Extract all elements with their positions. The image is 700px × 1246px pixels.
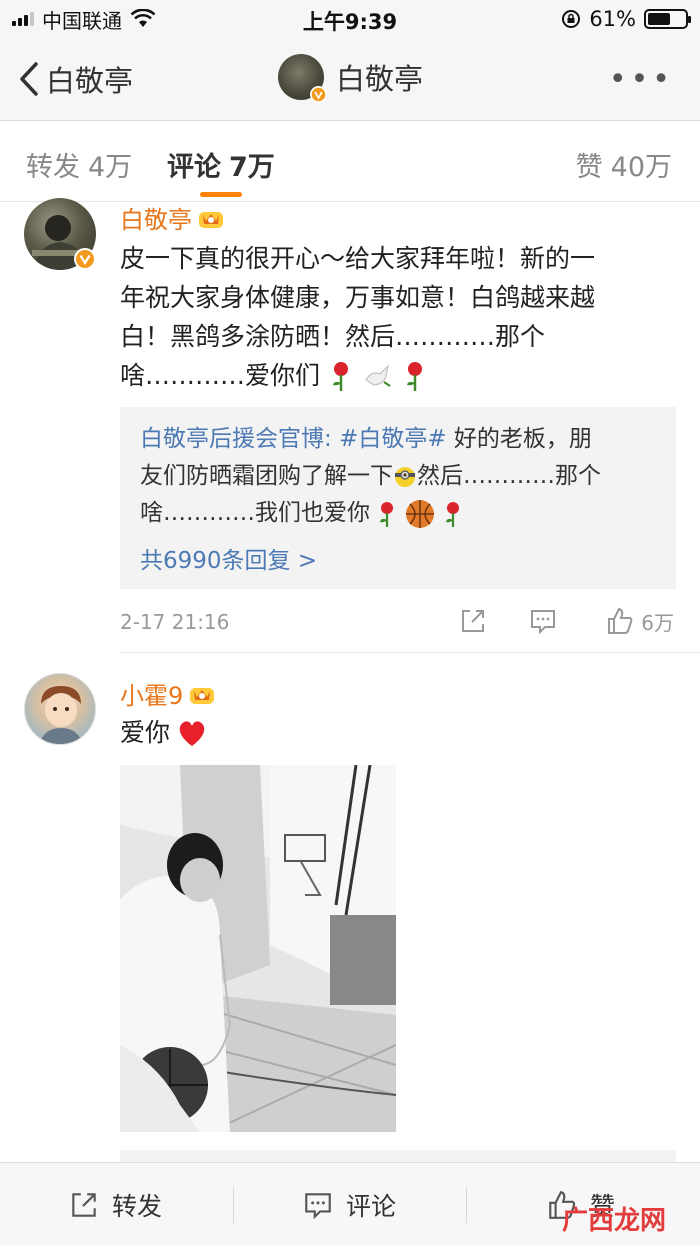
battery-icon xyxy=(644,9,691,29)
share-icon xyxy=(72,1193,96,1217)
verified-badge-icon xyxy=(310,86,327,103)
reply-text-line: 然后…………那个 xyxy=(417,463,601,489)
basketball-court-image xyxy=(120,765,396,1132)
watermark-text: 广西龙网 xyxy=(561,1206,666,1236)
minion-emoji-icon xyxy=(395,466,415,487)
comment-time: 2-17 21:16 xyxy=(120,610,230,634)
avatar[interactable] xyxy=(278,54,327,103)
active-tab-indicator xyxy=(200,192,242,197)
rose-icon xyxy=(333,361,349,391)
repost-button[interactable]: 转发 xyxy=(68,1187,162,1223)
more-replies-link[interactable]: 共6990条回复 > xyxy=(140,541,317,575)
comment-username[interactable]: 白敬亭 xyxy=(120,200,224,235)
rose-icon xyxy=(446,501,459,527)
reply-box[interactable]: 白敬亭后援会官博: #白敬亭# 好的老板，朋 友们防晒霜团购了解一下 然后………… xyxy=(120,407,676,589)
reply-text-line: 啥…………我们也爱你 xyxy=(140,500,370,526)
comment-text-line: 年祝大家身体健康，万事如意！白鸽越来越 xyxy=(120,283,596,312)
dove-icon xyxy=(365,363,391,387)
tab-like-label: 赞 xyxy=(575,152,603,183)
like-button[interactable]: 6万 xyxy=(605,606,674,636)
chevron-left-icon xyxy=(20,62,38,96)
battery-percent: 61% xyxy=(589,7,636,31)
reply-text-line: 友们防晒霜团购了解一下 xyxy=(140,463,393,489)
tab-repost-label: 转发 xyxy=(26,152,80,183)
comment-username[interactable]: 小霍9 xyxy=(120,676,215,711)
verified-badge-icon xyxy=(74,248,96,270)
nav-bar: 白敬亭 白敬亭 ••• xyxy=(0,38,700,121)
avatar-figure xyxy=(39,686,83,744)
comment-text: 爱你 xyxy=(120,713,665,752)
rose-icon xyxy=(407,361,423,391)
basketball-icon xyxy=(406,499,434,528)
reply-text: 白敬亭后援会官博: #白敬亭# 好的老板，朋 友们防晒霜团购了解一下 然后………… xyxy=(140,421,660,532)
avatar[interactable] xyxy=(24,673,96,745)
comment-button[interactable]: 评论 xyxy=(302,1187,396,1223)
comment-label: 评论 xyxy=(346,1192,397,1221)
heart-icon xyxy=(179,720,205,746)
thumbs-up-icon xyxy=(608,607,633,634)
comment-text: 皮一下真的很开心～给大家拜年啦！新的一 年祝大家身体健康，万事如意！白鸽越来越 … xyxy=(120,239,665,395)
comment-text-line: 皮一下真的很开心～给大家拜年啦！新的一 xyxy=(120,244,596,273)
status-bar: 中国联通 上午9:39 61% xyxy=(0,0,700,38)
page-title: 白敬亭 xyxy=(336,62,424,96)
comment-icon[interactable] xyxy=(528,606,558,636)
comment-text-line: 白！黑鸽多涂防晒！然后…………那个 xyxy=(120,322,546,351)
tab-like-count: 40万 xyxy=(610,152,672,183)
separator xyxy=(233,1187,234,1223)
comment-text-line: 啥…………爱你们 xyxy=(120,361,321,390)
share-icon[interactable] xyxy=(458,606,488,636)
rose-icon xyxy=(380,501,393,527)
tab-comment[interactable]: 评论 7万 xyxy=(167,145,275,184)
username-text: 白敬亭 xyxy=(120,206,192,234)
repost-label: 转发 xyxy=(112,1192,163,1221)
reply-author[interactable]: 白敬亭后援会官博: xyxy=(140,426,332,452)
more-icon[interactable]: ••• xyxy=(609,62,674,97)
tab-comment-label: 评论 xyxy=(167,152,221,183)
comment-text-line: 爱你 xyxy=(120,718,171,747)
rotation-lock-icon xyxy=(562,10,581,28)
comment-meta: 2-17 21:16 6万 xyxy=(120,606,676,640)
status-right: 61% xyxy=(561,6,691,32)
username-text: 小霍9 xyxy=(120,682,184,710)
like-count: 6万 xyxy=(641,610,674,635)
tab-repost-count: 4万 xyxy=(88,152,133,183)
back-label: 白敬亭 xyxy=(46,64,134,98)
tab-comment-count: 7万 xyxy=(229,152,275,183)
hashtag-link[interactable]: #白敬亭# xyxy=(339,426,447,452)
reply-text-line: 好的老板，朋 xyxy=(453,426,592,452)
nav-profile[interactable]: 白敬亭 xyxy=(278,54,424,103)
vip-crown-icon xyxy=(199,211,223,228)
tab-bar: 转发 4万 评论 7万 赞 40万 xyxy=(0,121,700,202)
vip-crown-icon xyxy=(190,687,215,704)
separator xyxy=(466,1187,467,1223)
tab-repost[interactable]: 转发 4万 xyxy=(26,145,132,184)
comment-icon xyxy=(305,1193,331,1220)
divider xyxy=(120,652,700,653)
tab-like[interactable]: 赞 40万 xyxy=(576,145,672,184)
back-button[interactable]: 白敬亭 xyxy=(18,58,133,100)
comment-photo[interactable] xyxy=(120,765,396,1132)
